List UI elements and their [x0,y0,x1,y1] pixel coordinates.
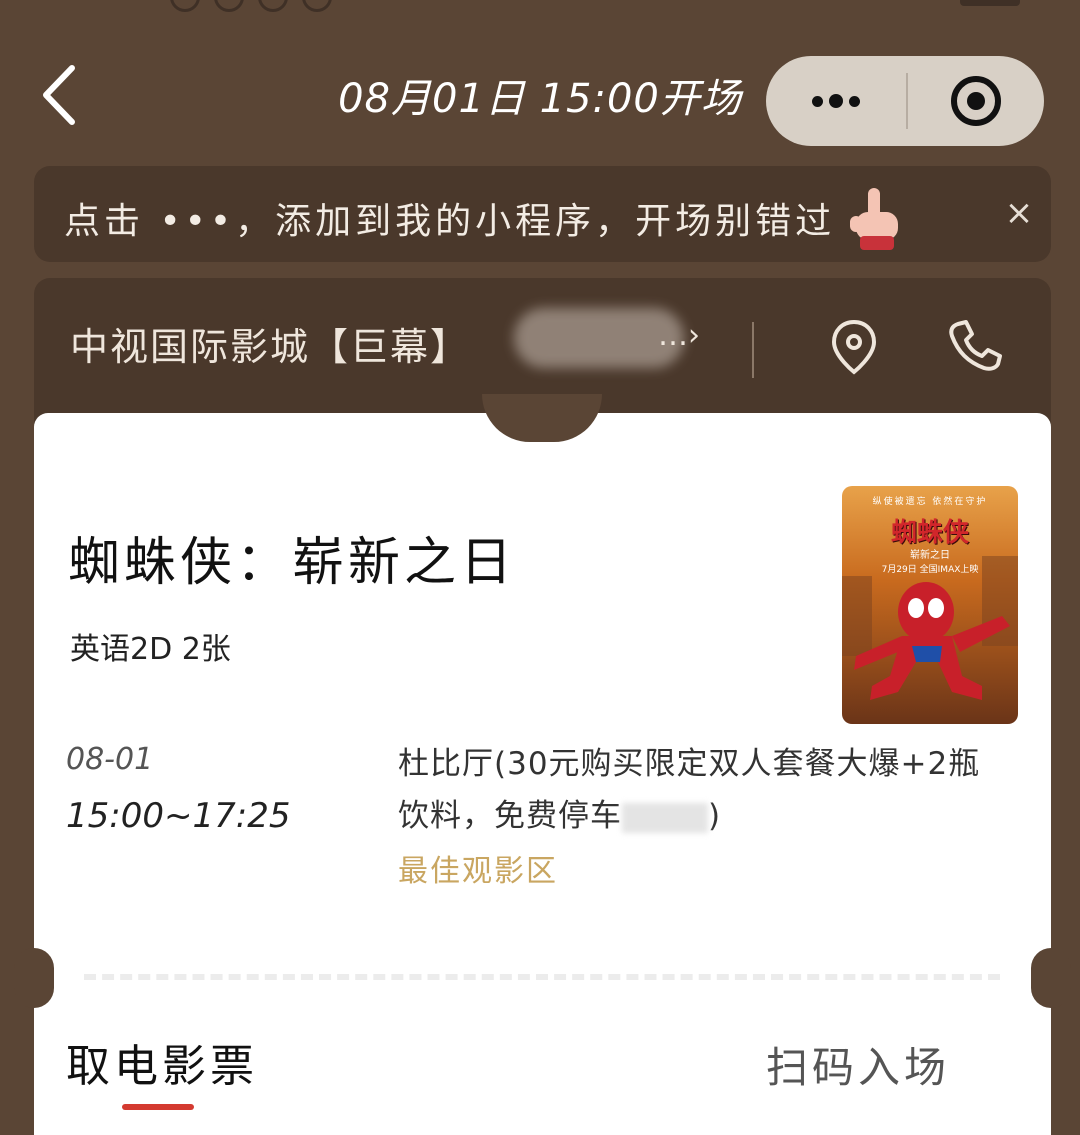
hall-info-blurred [622,802,708,833]
pointing-hand-icon [850,188,898,250]
cinema-divider [752,322,754,378]
active-tab-indicator [122,1104,194,1110]
movie-poster[interactable]: 纵使被遗忘 依然在守护 蜘蛛侠 崭新之日 7月29日 全国IMAX上映 [842,486,1018,724]
location-pin-icon [831,319,877,375]
ticket-dashed-divider [84,974,1000,980]
close-miniprogram-button[interactable] [908,56,1044,146]
battery-icon [960,0,1020,6]
more-dots-icon [812,95,823,107]
hall-info: 杜比厅(30元购买限定双人套餐大爆+2瓶 饮料，免费停车) [398,738,1026,842]
tab-scan-entry[interactable]: 扫码入场 [766,1034,950,1095]
miniprogram-capsule [766,56,1044,146]
ticket-notch-left [14,948,54,1008]
spiderman-illustration [842,556,1018,700]
hall-info-line1: 杜比厅(30元购买限定双人套餐大爆+2瓶 [398,746,981,782]
nav-header: 08月01日 15:00开场 [0,50,1080,146]
show-date: 08-01 [66,742,154,777]
add-miniprogram-notice: 点击 •••，添加到我的小程序，开场别错过 × [34,166,1051,262]
more-button[interactable] [766,56,906,146]
target-circle-icon [951,76,1001,126]
phone-icon [949,320,1002,371]
movie-meta: 英语2D 2张 [70,632,231,667]
location-button[interactable] [824,316,884,376]
movie-title: 蜘蛛侠：崭新之日 [68,533,517,593]
status-bar [0,0,1080,14]
notice-text: 点击 •••，添加到我的小程序，开场别错过 [64,201,836,242]
phone-button[interactable] [944,316,1004,376]
tab-get-ticket[interactable]: 取电影票 [66,1030,258,1094]
ticket-notch-right [1031,948,1071,1008]
show-time: 15:00~17:25 [66,796,291,836]
hall-info-line2: 饮料，免费停车) [398,798,722,834]
notice-close-button[interactable]: × [994,188,1044,238]
cinema-name: 中视国际影城【巨幕】 [70,325,471,369]
best-viewing-zone-badge: 最佳观影区 [398,854,558,889]
status-icons [170,0,332,12]
cinema-more-link[interactable]: …› [658,318,700,353]
